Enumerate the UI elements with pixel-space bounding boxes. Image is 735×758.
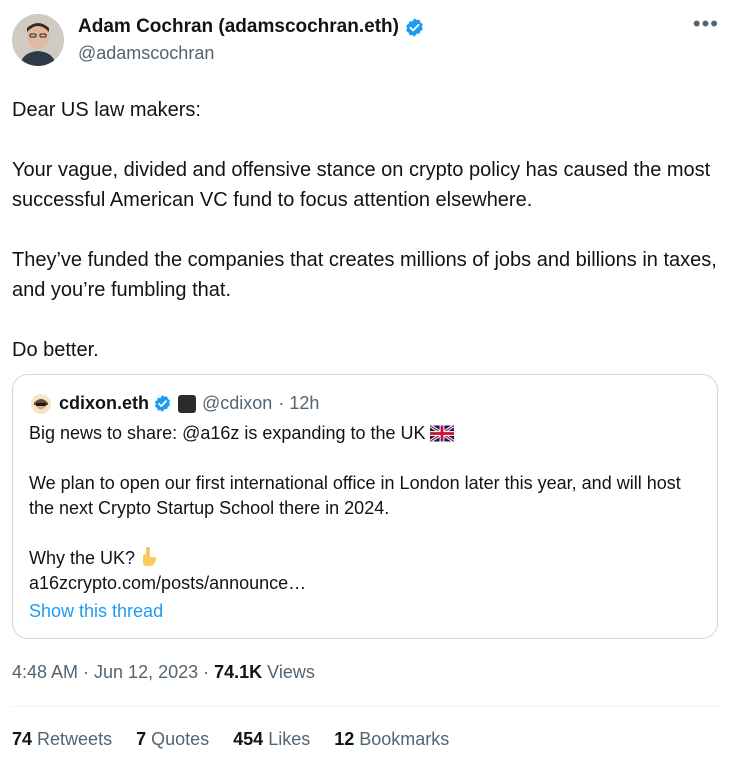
verified-badge-icon: [406, 17, 423, 37]
tweet-paragraph: Dear US law makers:: [12, 99, 201, 121]
author-avatar[interactable]: [12, 14, 64, 66]
likes-count: 454: [233, 729, 264, 749]
quoted-tweet-body: Big news to share: @a16z is expanding to…: [29, 421, 705, 596]
quotes-count: 7: [136, 729, 147, 749]
likes-label: Likes: [263, 729, 311, 749]
affiliation-badge-icon: [178, 394, 197, 413]
pointing-down-emoji-icon: [143, 547, 157, 566]
likes-stat[interactable]: 454 Likes: [233, 729, 310, 750]
engagement-stats: 74 Retweets 7 Quotes 454 Likes 12 Bookma…: [12, 729, 473, 750]
tweet-paragraph: Your vague, divided and offensive stance…: [12, 159, 711, 211]
quoted-line: Why the UK?: [29, 546, 705, 571]
quoted-line: Big news to share: @a16z is expanding to…: [29, 421, 705, 446]
retweets-count: 74: [12, 729, 33, 749]
quoted-tweet-header: cdixon.eth @cdixon · 12h: [31, 393, 319, 414]
bookmarks-label: Bookmarks: [354, 729, 450, 749]
retweets-stat[interactable]: 74 Retweets: [12, 729, 112, 750]
views-count: 74.1K: [214, 662, 263, 682]
quoted-tweet[interactable]: cdixon.eth @cdixon · 12h Big news to sha…: [12, 374, 718, 639]
verified-badge-icon: [154, 395, 171, 412]
tweet-timestamp[interactable]: 4:48 AM · Jun 12, 2023 ·: [12, 662, 214, 682]
uk-flag-icon: [429, 425, 454, 442]
author-handle[interactable]: @adamscochran: [78, 43, 214, 64]
quoted-author-avatar[interactable]: [31, 393, 51, 414]
show-thread-link[interactable]: Show this thread: [29, 601, 163, 622]
bookmarks-count: 12: [334, 729, 355, 749]
quoted-link[interactable]: a16zcrypto.com/posts/announce…: [29, 571, 705, 596]
quoted-line-text: Big news to share: @a16z is expanding to…: [29, 423, 426, 443]
more-options-icon[interactable]: •••: [693, 13, 719, 35]
quoted-tweet-time[interactable]: · 12h: [278, 393, 319, 414]
quoted-author-handle[interactable]: @cdixon: [202, 393, 272, 414]
divider: [12, 706, 719, 707]
quotes-stat[interactable]: 7 Quotes: [136, 729, 209, 750]
views-label: Views: [262, 662, 315, 682]
quotes-label: Quotes: [146, 729, 210, 749]
tweet-meta: 4:48 AM · Jun 12, 2023 · 74.1K Views: [12, 662, 315, 683]
quoted-line: We plan to open our first international …: [29, 473, 681, 518]
retweets-label: Retweets: [32, 729, 113, 749]
bookmarks-stat[interactable]: 12 Bookmarks: [334, 729, 449, 750]
tweet-paragraph: They’ve funded the companies that create…: [12, 249, 717, 301]
author-name[interactable]: Adam Cochran (adamscochran.eth): [78, 16, 425, 38]
tweet-paragraph: Do better.: [12, 339, 99, 361]
author-name-text[interactable]: Adam Cochran (adamscochran.eth): [78, 16, 399, 38]
tweet-text: Dear US law makers: Your vague, divided …: [12, 95, 717, 365]
quoted-author-name[interactable]: cdixon.eth: [59, 393, 149, 414]
quoted-line-text: Why the UK?: [29, 548, 136, 568]
